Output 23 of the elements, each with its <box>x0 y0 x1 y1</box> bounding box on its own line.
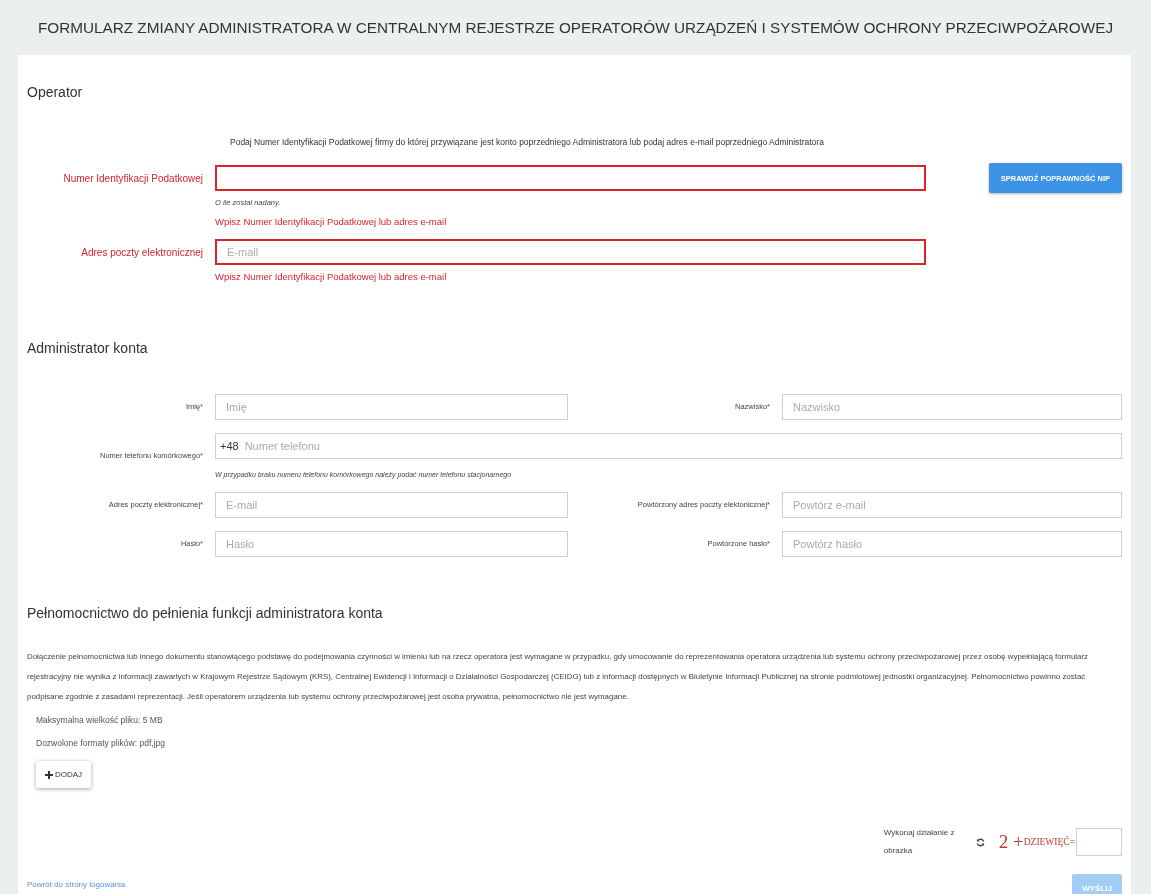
error-message: Wpisz Numer Identyfikacji Podatkowej lub adres e-mail <box>215 271 448 282</box>
section-heading: Administrator konta <box>27 340 149 356</box>
captcha-label: Wykonaj działanie z obrazka <box>883 827 956 857</box>
error-message: Wpisz Numer Identyfikacji Podatkowej lub adres e-mail <box>215 216 448 227</box>
add-button[interactable]: DODAJ <box>36 761 92 788</box>
plus-icon <box>45 770 53 779</box>
captcha-field[interactable] <box>1076 828 1122 856</box>
field-label: Adres poczty elektronicznej <box>80 246 203 258</box>
text-field[interactable]: E-mail <box>215 239 926 265</box>
captcha-word: DZIEWIĘĆ= <box>1023 837 1075 847</box>
text-field[interactable] <box>215 165 926 191</box>
phone-field[interactable]: +48 Numer telefonu <box>215 432 1122 459</box>
section-heading: Operator <box>27 84 84 100</box>
page-title: FORMULARZ ZMIANY ADMINISTRATORA W CENTRALNYM REJESTRZE OPERATORÓW URZĄDZEŃ I SYSTEMÓW OCHRONY PRZECIWPOŻAROWEJ <box>36 17 1115 38</box>
file-format-note: Dozwolone formaty plików: pdf,jpg <box>36 738 166 748</box>
instruction-text: Podaj Numer Identyfikacji Podatkowej firmy do której przywiązane jest konto poprzedniego Administratora lub podaj adres e-mail poprzedniego Administratora <box>230 137 825 147</box>
country-code: +48 <box>220 439 239 452</box>
file-size-note: Maksymalna wielkość pliku: 5 MB <box>36 715 164 725</box>
captcha-number: 2 + <box>998 831 1024 853</box>
refresh-icon[interactable] <box>975 837 985 847</box>
field-label: Numer Identyfikacji Podatkowej <box>62 172 203 184</box>
section-heading: Pełnomocnictwo do pełnienia funkcji administratora konta <box>27 605 384 621</box>
back-link[interactable]: Powrót do strony logowania <box>27 880 126 889</box>
